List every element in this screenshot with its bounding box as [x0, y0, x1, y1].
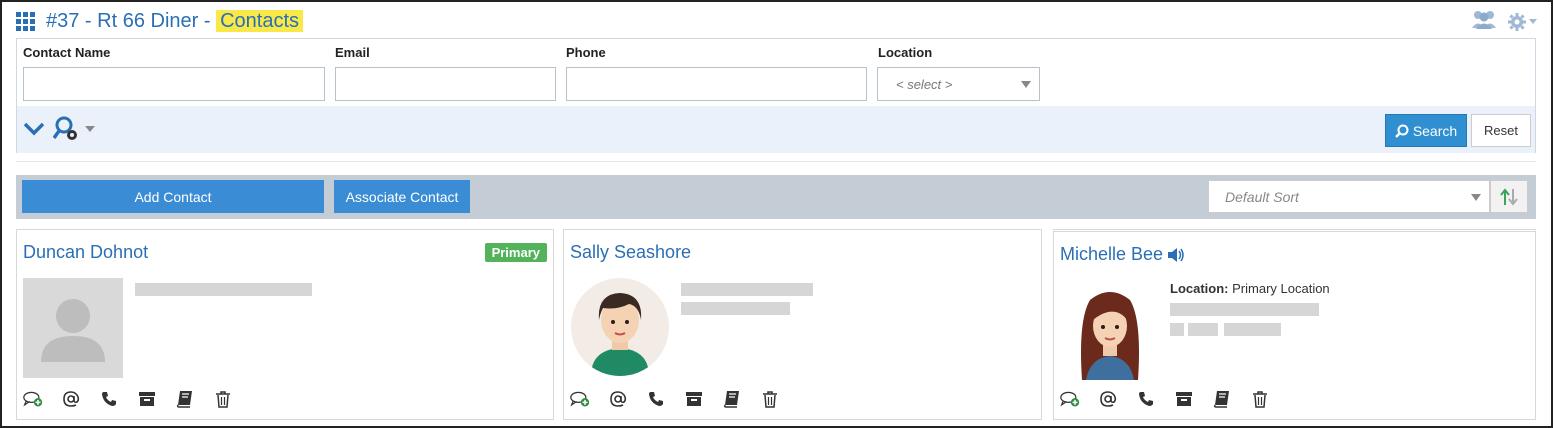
add-contact-label: Add Contact [134, 188, 212, 205]
associate-contact-label: Associate Contact [345, 188, 459, 205]
redacted-bar [681, 283, 813, 296]
filter-toolbar: Search Reset [17, 106, 1535, 153]
sort-arrows-icon [1500, 187, 1518, 206]
settings-gear-icon[interactable] [1507, 12, 1537, 32]
add-note-icon[interactable] [570, 389, 590, 409]
header-tools [1471, 9, 1537, 34]
search-button-label: Search [1412, 122, 1458, 139]
contact-card: Michelle Bee Location: Primary Location [1053, 229, 1536, 420]
collapse-chevron-icon[interactable] [23, 120, 45, 143]
card-actions [1060, 389, 1270, 409]
book-icon[interactable] [175, 389, 195, 409]
contact-location: Location: Primary Location [1170, 281, 1330, 296]
email-icon[interactable] [608, 389, 628, 409]
speaker-icon[interactable] [1167, 247, 1185, 263]
phone-icon[interactable] [646, 389, 666, 409]
location-key: Location: [1170, 281, 1229, 296]
chevron-down-icon [1529, 18, 1537, 24]
phone-icon[interactable] [1136, 389, 1156, 409]
sort-select-value: Default Sort [1225, 189, 1299, 205]
filter-panel: Contact Name Email Phone Location < sele… [16, 38, 1536, 153]
page-title: #37 - Rt 66 Diner - Contacts [46, 9, 304, 33]
card-actions [570, 389, 780, 409]
phone-icon[interactable] [99, 389, 119, 409]
users-icon[interactable] [1471, 9, 1497, 34]
contact-name-link[interactable]: Michelle Bee [1060, 244, 1185, 265]
redacted-bar [135, 283, 312, 296]
search-settings-icon[interactable] [53, 115, 95, 143]
phone-label: Phone [566, 45, 606, 60]
search-button[interactable]: Search [1385, 114, 1467, 147]
reset-button-label: Reset [1484, 123, 1518, 138]
book-icon[interactable] [1212, 389, 1232, 409]
divider [16, 161, 1536, 162]
sort-direction-button[interactable] [1490, 180, 1528, 213]
redacted-bar [1170, 323, 1184, 336]
trash-icon[interactable] [213, 389, 233, 409]
dropdown-caret-icon [85, 126, 95, 132]
add-contact-button[interactable]: Add Contact [22, 180, 324, 213]
contact-name-label: Contact Name [23, 45, 111, 60]
avatar-placeholder [23, 278, 123, 378]
email-icon[interactable] [1098, 389, 1118, 409]
archive-icon[interactable] [684, 389, 704, 409]
redacted-bar [1188, 323, 1218, 336]
location-value: Primary Location [1232, 281, 1330, 296]
page-title-highlight: Contacts [216, 9, 304, 32]
avatar [1060, 280, 1160, 380]
redacted-bar [1170, 303, 1319, 316]
contact-name: Sally Seashore [570, 242, 692, 262]
archive-icon[interactable] [1174, 389, 1194, 409]
location-select-value: < select > [896, 77, 953, 92]
contact-name: Duncan Dohnot [23, 242, 149, 262]
redacted-bar [1224, 323, 1281, 336]
primary-badge: Primary [484, 243, 547, 262]
archive-icon[interactable] [137, 389, 157, 409]
contact-card: Duncan Dohnot Primary [16, 229, 554, 420]
search-icon [1394, 124, 1409, 138]
card-actions [23, 389, 233, 409]
caret-down-icon [1021, 81, 1031, 88]
add-note-icon[interactable] [23, 389, 43, 409]
trash-icon[interactable] [760, 389, 780, 409]
action-bar: Add Contact Associate Contact Default So… [16, 175, 1536, 219]
contact-name: Michelle Bee [1060, 244, 1164, 264]
email-icon[interactable] [61, 389, 81, 409]
reset-button[interactable]: Reset [1471, 114, 1531, 147]
phone-input[interactable] [566, 67, 867, 101]
location-select[interactable]: < select > [877, 67, 1040, 101]
location-label: Location [878, 45, 933, 60]
add-note-icon[interactable] [1060, 389, 1080, 409]
page-header: #37 - Rt 66 Diner - Contacts [16, 8, 304, 34]
associate-contact-button[interactable]: Associate Contact [334, 180, 470, 213]
sort-select[interactable]: Default Sort [1208, 180, 1490, 213]
email-label: Email [335, 45, 370, 60]
redacted-bar [681, 302, 790, 315]
contact-card: Sally Seashore [563, 229, 1042, 420]
page-title-prefix: #37 - Rt 66 Diner - [46, 9, 217, 32]
avatar [571, 278, 669, 376]
contact-name-link[interactable]: Sally Seashore [570, 242, 691, 263]
email-input[interactable] [335, 67, 556, 101]
apps-grid-icon[interactable] [16, 12, 36, 31]
book-icon[interactable] [722, 389, 742, 409]
contact-name-link[interactable]: Duncan Dohnot [23, 242, 148, 263]
caret-down-icon [1471, 194, 1481, 201]
contact-name-input[interactable] [23, 67, 325, 101]
trash-icon[interactable] [1250, 389, 1270, 409]
